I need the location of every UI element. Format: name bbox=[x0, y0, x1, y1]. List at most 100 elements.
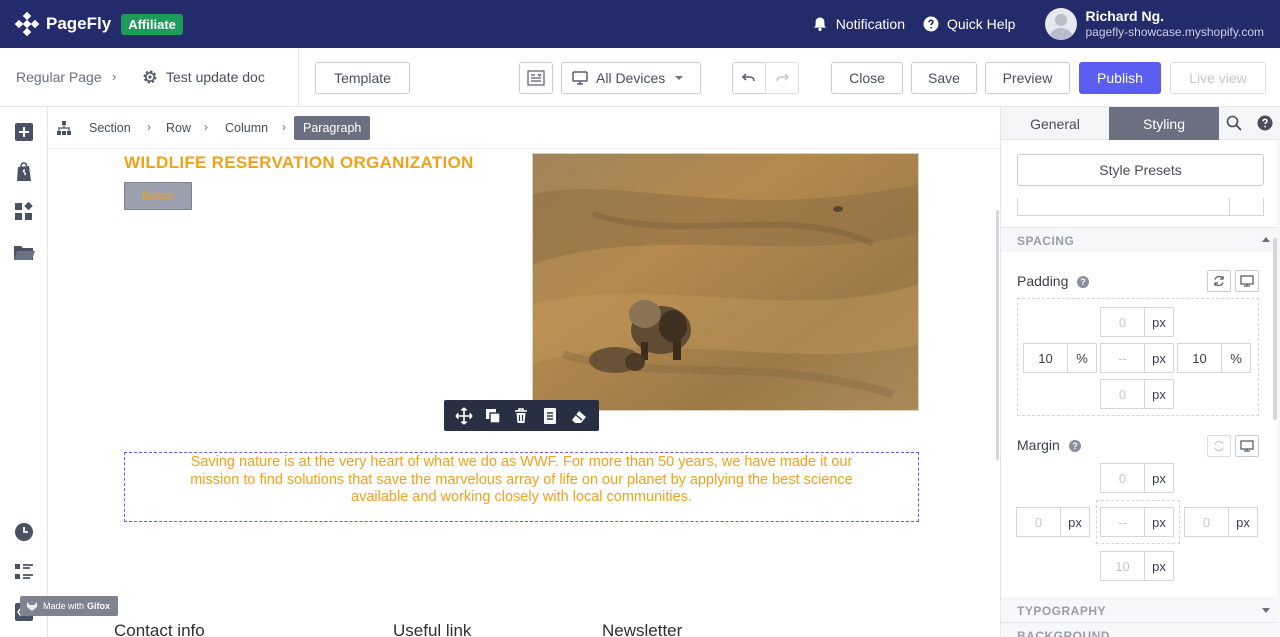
bell-icon bbox=[813, 17, 826, 31]
panel-scrollbar[interactable] bbox=[1273, 238, 1277, 420]
background-section-title[interactable]: BACKGROUND bbox=[1017, 629, 1110, 637]
shopify-icon[interactable] bbox=[13, 161, 35, 183]
footer-links-heading: Useful link bbox=[393, 621, 472, 637]
margin-bottom-value[interactable]: 10 bbox=[1101, 552, 1145, 580]
paragraph-text[interactable]: Saving nature is at the very heart of wh… bbox=[165, 454, 878, 507]
folder-icon[interactable] bbox=[13, 241, 35, 263]
close-button[interactable]: Close bbox=[831, 62, 903, 94]
help-icon[interactable]: ? bbox=[1077, 276, 1089, 288]
preview-button[interactable]: Preview bbox=[985, 62, 1070, 94]
image-element[interactable] bbox=[532, 153, 919, 411]
padding-top-unit[interactable]: px bbox=[1145, 308, 1173, 336]
chevron-right-icon: › bbox=[112, 69, 117, 84]
help-icon[interactable] bbox=[1257, 115, 1273, 131]
margin-left-field[interactable]: 0 px bbox=[1016, 507, 1090, 537]
margin-right-unit[interactable]: px bbox=[1229, 508, 1257, 536]
margin-all-value[interactable]: -- bbox=[1101, 508, 1145, 536]
breadcrumb-paragraph-active[interactable]: Paragraph bbox=[294, 116, 371, 140]
margin-top-value[interactable]: 0 bbox=[1101, 464, 1145, 492]
reset-margin-button[interactable] bbox=[1207, 435, 1231, 457]
breadcrumb-column[interactable]: Column bbox=[225, 121, 268, 135]
tab-styling[interactable]: Styling bbox=[1109, 107, 1219, 140]
structure-tree-icon[interactable] bbox=[56, 120, 72, 136]
affiliate-badge[interactable]: Affiliate bbox=[121, 13, 183, 35]
search-icon[interactable] bbox=[1226, 115, 1242, 131]
padding-bottom-value[interactable]: 0 bbox=[1101, 380, 1145, 408]
margin-right-field[interactable]: 0 px bbox=[1184, 507, 1258, 537]
padding-right-value[interactable]: 10 bbox=[1178, 344, 1222, 372]
padding-all-value[interactable]: -- bbox=[1101, 344, 1145, 372]
margin-bottom-unit[interactable]: px bbox=[1145, 552, 1173, 580]
margin-left-unit[interactable]: px bbox=[1061, 508, 1089, 536]
paragraph-element-selected[interactable]: Saving nature is at the very heart of wh… bbox=[124, 452, 919, 522]
watermark-prefix: Made with bbox=[43, 601, 85, 611]
margin-left-value[interactable]: 0 bbox=[1017, 508, 1061, 536]
help-icon[interactable]: ? bbox=[1069, 440, 1081, 452]
save-template-icon[interactable] bbox=[541, 407, 559, 425]
padding-right-field[interactable]: 10% bbox=[1177, 343, 1251, 373]
redo-button[interactable] bbox=[765, 62, 799, 94]
gifox-watermark: Made with Gifox bbox=[20, 596, 119, 616]
move-icon[interactable] bbox=[455, 406, 473, 425]
user-name: Richard Ng. bbox=[1085, 8, 1165, 25]
history-clock-icon[interactable] bbox=[13, 521, 35, 543]
brand[interactable]: PageFly Affiliate bbox=[14, 11, 183, 37]
padding-left-unit[interactable]: % bbox=[1068, 344, 1096, 372]
padding-device-button[interactable] bbox=[1235, 270, 1259, 292]
chevron-down-icon[interactable] bbox=[1262, 608, 1270, 613]
chevron-up-icon[interactable] bbox=[1262, 237, 1270, 242]
text-align-button[interactable] bbox=[519, 62, 553, 94]
margin-bottom-field[interactable]: 10 px bbox=[1100, 551, 1174, 581]
user-menu[interactable]: Richard Ng. pagefly-showcase.myshopify.c… bbox=[1085, 8, 1264, 39]
tab-general[interactable]: General bbox=[1001, 107, 1109, 140]
canvas-scrollbar[interactable] bbox=[996, 210, 999, 460]
quick-help-button[interactable]: Quick Help bbox=[923, 16, 1015, 32]
trash-icon[interactable] bbox=[512, 407, 530, 425]
padding-all-field[interactable]: -- px bbox=[1100, 343, 1174, 373]
margin-right-value[interactable]: 0 bbox=[1185, 508, 1229, 536]
notification-button[interactable]: Notification bbox=[812, 16, 905, 32]
breadcrumb-row[interactable]: Row bbox=[166, 121, 191, 135]
typography-section-title[interactable]: TYPOGRAPHY bbox=[1017, 604, 1106, 618]
apps-grid-icon[interactable] bbox=[13, 201, 35, 223]
padding-top-field[interactable]: 0 px bbox=[1100, 307, 1174, 337]
bears-photo bbox=[533, 154, 918, 410]
page-canvas[interactable]: WILDLIFE RESERVATION ORGANIZATION Button bbox=[48, 149, 1000, 637]
button-element[interactable]: Button bbox=[124, 182, 192, 210]
gear-icon[interactable] bbox=[142, 69, 158, 85]
margin-top-field[interactable]: 0 px bbox=[1100, 463, 1174, 493]
add-element-icon[interactable] bbox=[13, 121, 35, 143]
save-button[interactable]: Save bbox=[911, 62, 977, 94]
device-select[interactable]: All Devices bbox=[561, 62, 701, 94]
page-type-link[interactable]: Regular Page bbox=[16, 69, 102, 85]
undo-button[interactable] bbox=[732, 62, 766, 94]
padding-bottom-unit[interactable]: px bbox=[1145, 380, 1173, 408]
breadcrumb-section[interactable]: Section bbox=[89, 121, 131, 135]
margin-all-unit[interactable]: px bbox=[1145, 508, 1173, 536]
divider bbox=[298, 48, 299, 107]
reset-padding-button[interactable] bbox=[1207, 270, 1231, 292]
padding-bottom-field[interactable]: 0 px bbox=[1100, 379, 1174, 409]
spacing-section-title[interactable]: SPACING bbox=[1017, 234, 1074, 248]
brand-name: PageFly bbox=[46, 14, 112, 33]
padding-left-field[interactable]: 10% bbox=[1023, 343, 1097, 373]
template-button[interactable]: Template bbox=[315, 62, 410, 94]
margin-device-button[interactable] bbox=[1235, 435, 1259, 457]
padding-left-value[interactable]: 10 bbox=[1024, 344, 1068, 372]
collapsed-control[interactable] bbox=[1017, 198, 1264, 216]
padding-all-unit[interactable]: px bbox=[1145, 344, 1173, 372]
padding-top-value[interactable]: 0 bbox=[1101, 308, 1145, 336]
publish-button[interactable]: Publish bbox=[1079, 62, 1161, 94]
margin-top-unit[interactable]: px bbox=[1145, 464, 1173, 492]
live-view-button[interactable]: Live view bbox=[1170, 62, 1266, 94]
padding-right-unit[interactable]: % bbox=[1222, 344, 1250, 372]
margin-all-field[interactable]: -- px bbox=[1100, 507, 1174, 537]
duplicate-icon[interactable] bbox=[484, 407, 502, 425]
style-presets-button[interactable]: Style Presets bbox=[1017, 154, 1264, 186]
eraser-icon[interactable] bbox=[570, 407, 588, 425]
editor-toolbar: Regular Page › Test update doc Template … bbox=[0, 48, 1280, 107]
question-circle-icon bbox=[923, 16, 939, 32]
heading-element[interactable]: WILDLIFE RESERVATION ORGANIZATION bbox=[124, 153, 474, 173]
avatar[interactable] bbox=[1045, 8, 1078, 40]
outline-list-icon[interactable] bbox=[13, 561, 35, 583]
